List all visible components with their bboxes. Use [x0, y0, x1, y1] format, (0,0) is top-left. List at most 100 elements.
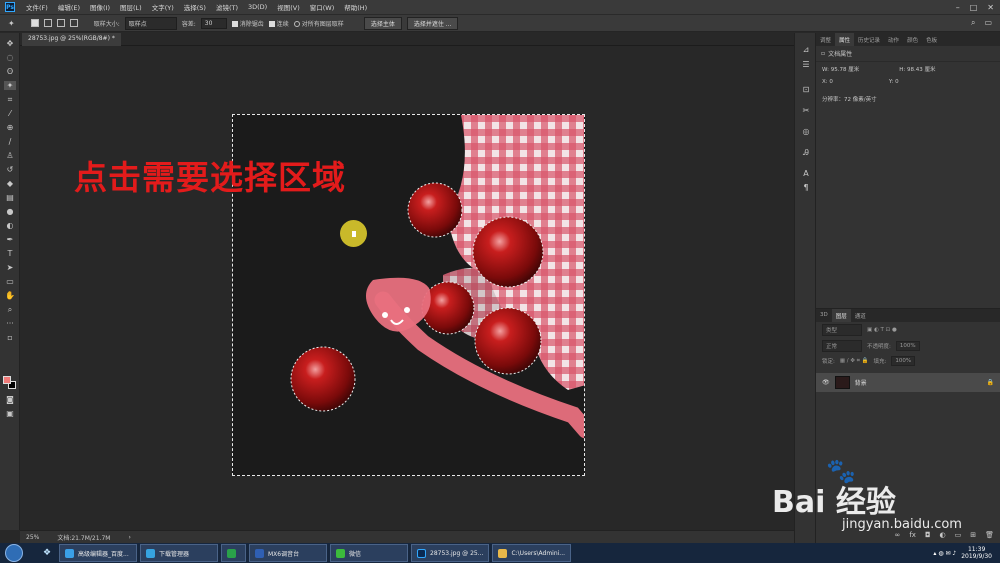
menu-image[interactable]: 图像(I)	[85, 2, 115, 12]
menu-view[interactable]: 视图(V)	[272, 2, 305, 12]
taskbar-item-photoshop[interactable]: 28753.jpg @ 25...	[411, 544, 490, 562]
x-field[interactable]: X: 0	[822, 79, 833, 85]
tab-layers[interactable]: 图层	[831, 309, 851, 322]
visibility-eye-icon[interactable]: 👁	[822, 379, 830, 386]
move-tool-icon[interactable]: ✥	[4, 39, 16, 48]
add-to-selection-icon[interactable]	[43, 19, 52, 27]
marquee-tool-icon[interactable]: ◌	[4, 53, 16, 62]
taskbar-item-explorer[interactable]: C:\Users\Admini...	[492, 544, 572, 562]
status-chevron-icon[interactable]: ›	[128, 534, 130, 541]
fill-input[interactable]: 100%	[891, 356, 916, 366]
swatches-panel-icon[interactable]: ◎	[801, 127, 811, 136]
hand-tool-icon[interactable]: ✋	[4, 291, 16, 300]
menu-window[interactable]: 窗口(W)	[305, 2, 340, 12]
start-button[interactable]	[5, 544, 23, 562]
all-layers-option[interactable]: 对所有图层取样	[293, 19, 344, 28]
delete-layer-icon[interactable]: 🗑	[985, 531, 994, 543]
menu-type[interactable]: 文字(Y)	[147, 2, 179, 12]
group-icon[interactable]: ▭	[955, 531, 962, 543]
glyphs-panel-icon[interactable]: Ꭿ	[801, 148, 811, 157]
tab-3d[interactable]: 3D	[816, 309, 832, 322]
menu-edit[interactable]: 编辑(E)	[53, 2, 85, 12]
subtract-selection-icon[interactable]	[56, 19, 65, 27]
menu-3d[interactable]: 3D(D)	[243, 3, 272, 11]
layer-filter-select[interactable]: 类型	[822, 324, 862, 336]
all-layers-checkbox[interactable]	[293, 21, 300, 27]
taskbar-item-mixer[interactable]: MX6调音台	[249, 544, 327, 562]
filter-icons[interactable]: ▣ ◐ T ⊡ ●	[867, 327, 897, 333]
width-field[interactable]: W: 95.78 厘米	[822, 65, 859, 73]
tab-actions[interactable]: 动作	[884, 33, 903, 46]
eraser-tool-icon[interactable]: ◆	[4, 179, 16, 188]
character-panel-icon[interactable]: A	[801, 169, 811, 178]
taskbar-item-app[interactable]	[221, 544, 246, 562]
intersect-selection-icon[interactable]	[69, 19, 78, 27]
path-selection-tool-icon[interactable]: ➤	[4, 263, 16, 272]
clone-stamp-tool-icon[interactable]: ♙	[4, 151, 16, 160]
close-icon[interactable]: ✕	[987, 3, 994, 12]
contiguous-option[interactable]: 连续	[268, 19, 289, 28]
foreground-color-swatch[interactable]	[3, 376, 11, 384]
tab-adjustments[interactable]: 调整	[816, 33, 835, 46]
document-tab[interactable]: 28753.jpg @ 25%(RGB/8#) *	[22, 33, 121, 46]
menu-filter[interactable]: 滤镜(T)	[211, 2, 243, 12]
history-brush-tool-icon[interactable]: ↺	[4, 165, 16, 174]
tab-history[interactable]: 历史记录	[854, 33, 884, 46]
layer-name[interactable]: 背景	[855, 378, 867, 387]
paragraph-panel-icon[interactable]: ¶	[801, 183, 811, 192]
lock-icons[interactable]: ▦ ∕ ✥ ⌗ 🔒	[840, 358, 869, 365]
search-icon[interactable]: ⌕	[971, 18, 975, 28]
magic-wand-preset-icon[interactable]: ✦	[8, 19, 15, 28]
link-layers-icon[interactable]: ∞	[895, 531, 901, 543]
add-mask-icon[interactable]: ◘	[925, 531, 931, 543]
gradient-tool-icon[interactable]: ▤	[4, 193, 16, 202]
tab-swatches[interactable]: 色板	[922, 33, 941, 46]
zoom-tool-icon[interactable]: ⌕	[4, 305, 16, 314]
menu-help[interactable]: 帮助(H)	[339, 2, 372, 12]
new-selection-icon[interactable]	[30, 19, 39, 27]
taskbar-item-download[interactable]: 下载管理器	[140, 544, 218, 562]
type-tool-icon[interactable]: T	[4, 249, 16, 258]
tolerance-input[interactable]: 30	[200, 17, 227, 29]
lasso-tool-icon[interactable]: ʘ	[4, 67, 16, 76]
info-panel-icon[interactable]: ⊡	[801, 85, 811, 94]
quick-launch-icon[interactable]: ❖	[38, 544, 56, 562]
tab-channels[interactable]: 通道	[851, 309, 870, 322]
minimize-icon[interactable]: –	[956, 3, 960, 12]
brush-tool-icon[interactable]: ∕	[4, 137, 16, 146]
tab-color[interactable]: 颜色	[903, 33, 922, 46]
y-field[interactable]: Y: 0	[889, 79, 899, 85]
taskbar-item-editor[interactable]: 高级编辑器_百度...	[59, 544, 137, 562]
antialias-checkbox[interactable]	[231, 21, 238, 27]
sample-size-select[interactable]: 取样点	[124, 16, 177, 30]
screen-mode-icon[interactable]: ▣	[4, 409, 16, 418]
blend-mode-select[interactable]: 正常	[822, 340, 862, 352]
crop-tool-icon[interactable]: ⌗	[4, 95, 16, 104]
adjust-panel-icon[interactable]: ⊿	[801, 45, 811, 54]
dodge-tool-icon[interactable]: ◐	[4, 221, 16, 230]
workspace-icon[interactable]: ▭	[984, 18, 992, 28]
magic-wand-tool-icon[interactable]: ✦	[4, 81, 16, 90]
maximize-icon[interactable]: □	[970, 3, 978, 12]
select-subject-button[interactable]: 选择主体	[363, 16, 402, 30]
adjustment-layer-icon[interactable]: ◐	[940, 531, 946, 543]
eyedropper-tool-icon[interactable]: ⁄	[4, 109, 16, 118]
antialias-option[interactable]: 消除锯齿	[231, 19, 264, 28]
rectangle-tool-icon[interactable]: ▭	[4, 277, 16, 286]
contiguous-checkbox[interactable]	[268, 21, 275, 27]
pen-tool-icon[interactable]: ✒	[4, 235, 16, 244]
zoom-level[interactable]: 25%	[26, 534, 39, 541]
menu-file[interactable]: 文件(F)	[21, 2, 53, 12]
tab-properties[interactable]: 属性	[835, 33, 855, 46]
brush-settings-icon[interactable]: ✂	[801, 106, 811, 115]
edit-toolbar-icon[interactable]: ▫	[4, 333, 16, 342]
opacity-input[interactable]: 100%	[895, 341, 920, 351]
healing-brush-tool-icon[interactable]: ⊕	[4, 123, 16, 132]
more-tools-icon[interactable]: ···	[4, 319, 16, 328]
quick-mask-icon[interactable]: ◙	[4, 395, 16, 404]
clock[interactable]: 11:39 2019/9/30	[961, 546, 992, 560]
canvas-area[interactable]: 点击需要选择区域	[20, 47, 794, 530]
layer-style-icon[interactable]: fx	[909, 531, 916, 543]
select-and-mask-button[interactable]: 选择并遮住 ...	[406, 16, 459, 30]
height-field[interactable]: H: 98.43 厘米	[899, 65, 935, 73]
